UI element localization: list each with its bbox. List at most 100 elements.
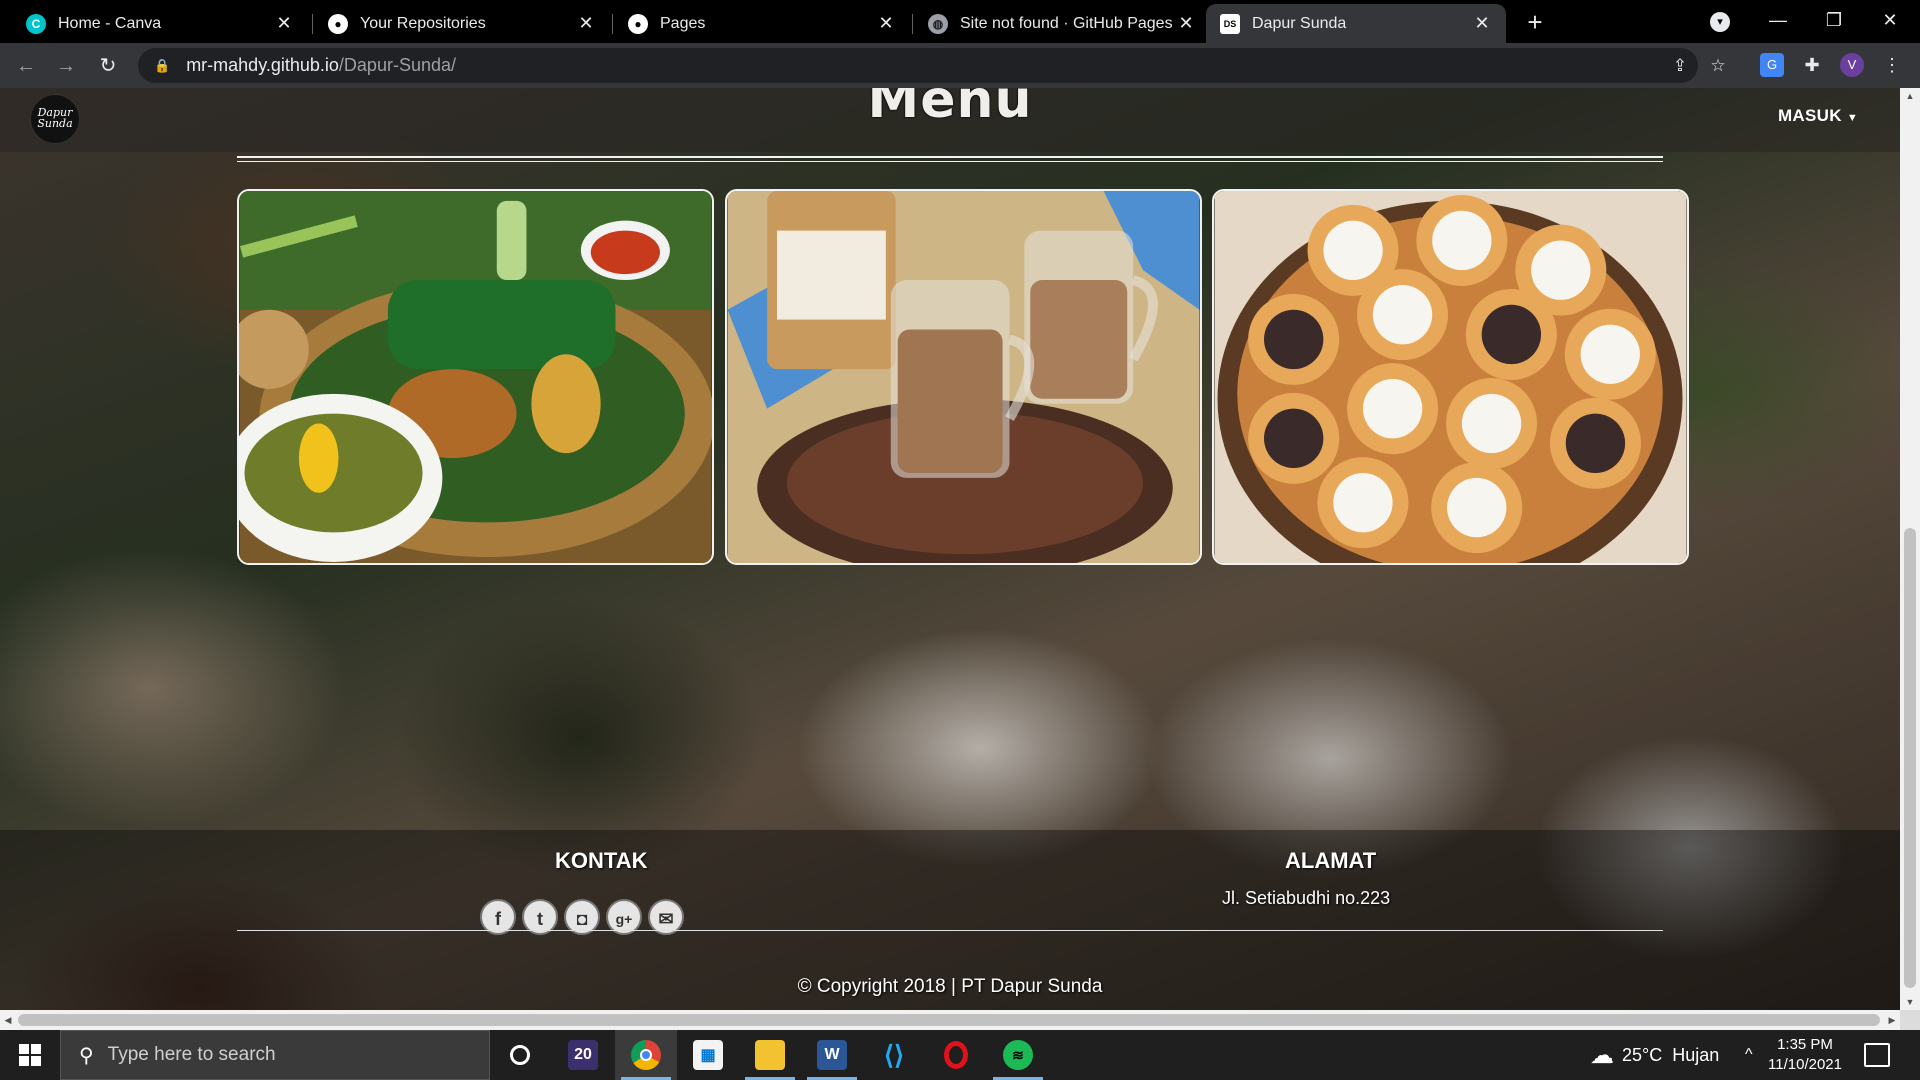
scroll-down-arrow-icon[interactable]: ▼	[1900, 994, 1920, 1010]
weather-widget[interactable]: ☁ 25°C Hujan	[1590, 1030, 1719, 1080]
minimize-button[interactable]: —	[1750, 0, 1806, 40]
page-viewport: Dapur Sunda MASUK ▼ Menu KONTAK f t ◘ g+…	[0, 88, 1900, 1010]
share-icon[interactable]: ⇪	[1668, 54, 1692, 78]
url-host: mr-mahdy.github.io	[186, 55, 339, 75]
tab-label: Your Repositories	[360, 14, 486, 32]
github-icon: ●	[328, 13, 348, 34]
github-icon: ●	[628, 13, 648, 34]
tab-label: Home - Canva	[58, 14, 162, 32]
profile-avatar[interactable]: V	[1840, 53, 1864, 77]
opera-icon	[944, 1041, 968, 1069]
address-bar[interactable]: 🔒 mr-mahdy.github.io/Dapur-Sunda/ ⇪ ☆	[138, 48, 1726, 83]
vertical-scroll-thumb[interactable]	[1904, 528, 1916, 988]
dapur-sunda-favicon: DS	[1220, 13, 1240, 34]
scrollbar-corner	[1900, 1010, 1920, 1030]
taskbar-opera[interactable]	[925, 1030, 987, 1080]
tab-your-repositories[interactable]: ● Your Repositories ✕	[314, 4, 610, 43]
chrome-icon	[631, 1040, 661, 1070]
search-placeholder: Type here to search	[107, 1044, 276, 1065]
close-icon[interactable]: ✕	[1472, 13, 1492, 34]
forward-button[interactable]: →	[50, 50, 82, 82]
close-icon[interactable]: ✕	[274, 13, 294, 34]
google-translate-icon[interactable]: G	[1760, 53, 1784, 77]
weather-text: Hujan	[1672, 1044, 1720, 1065]
vscode-icon: ⟨⟩	[883, 1039, 905, 1070]
lock-icon[interactable]: 🔒	[154, 58, 170, 74]
close-icon[interactable]: ✕	[576, 13, 596, 34]
start-button[interactable]	[0, 1030, 60, 1080]
taskbar-chrome[interactable]	[615, 1030, 677, 1080]
reload-button[interactable]: ↻	[92, 50, 124, 82]
tab-pages[interactable]: ● Pages ✕	[614, 4, 910, 43]
microsoft-store-icon: ▦	[693, 1040, 723, 1070]
restore-button[interactable]: ❐	[1806, 0, 1862, 40]
horizontal-scroll-thumb[interactable]	[18, 1014, 1880, 1026]
spotify-icon: ≋	[1003, 1040, 1033, 1070]
menu-card-nasi-timbel[interactable]	[237, 189, 714, 565]
copyright-text: © Copyright 2018 | PT Dapur Sunda	[797, 976, 1103, 997]
horizontal-scrollbar[interactable]: ◀ ▶	[0, 1010, 1900, 1030]
tab-dapur-sunda[interactable]: DS Dapur Sunda ✕	[1206, 4, 1506, 43]
taskbar-search-box[interactable]: ⚲ Type here to search	[60, 1030, 490, 1080]
address-text: Jl. Setiabudhi no.223	[1222, 888, 1391, 908]
tab-site-not-found[interactable]: ◍ Site not found · GitHub Pages ✕	[914, 4, 1210, 43]
menu-card-kopi[interactable]	[725, 189, 1202, 565]
clock-date: 11/10/2021	[1768, 1056, 1842, 1073]
bookmark-star-icon[interactable]: ☆	[1706, 54, 1730, 78]
taskbar-spotify[interactable]: ≋	[987, 1030, 1049, 1080]
taskbar-vscode[interactable]: ⟨⟩	[863, 1030, 925, 1080]
taskbar-file-explorer[interactable]	[739, 1030, 801, 1080]
close-icon[interactable]: ✕	[876, 13, 896, 34]
tab-separator	[912, 14, 913, 34]
browser-menu-icon[interactable]: ⋮	[1880, 53, 1904, 77]
widgets-button[interactable]: 20	[552, 1030, 614, 1080]
tab-label: Dapur Sunda	[1252, 14, 1347, 32]
canva-icon: C	[26, 13, 46, 34]
scroll-up-arrow-icon[interactable]: ▲	[1900, 88, 1920, 104]
globe-icon: ◍	[928, 13, 948, 34]
kontak-heading: KONTAK	[555, 848, 648, 873]
taskbar-store[interactable]: ▦	[677, 1030, 739, 1080]
close-icon[interactable]: ✕	[1176, 13, 1196, 34]
weather-temp: 25°C	[1622, 1044, 1663, 1065]
window-close-button[interactable]: ✕	[1862, 0, 1918, 40]
notification-center-icon[interactable]	[1864, 1043, 1890, 1067]
serabi-image	[1214, 191, 1687, 563]
cortana-circle-icon	[510, 1045, 530, 1065]
menu-heading: Menu	[867, 88, 1033, 130]
scroll-right-arrow-icon[interactable]: ▶	[1884, 1010, 1900, 1030]
menu-divider	[237, 161, 1663, 162]
kopi-image	[727, 191, 1200, 563]
file-explorer-icon	[755, 1040, 785, 1070]
system-clock[interactable]: 1:35 PM 11/10/2021	[1760, 1035, 1850, 1075]
menu-divider	[237, 156, 1663, 158]
windows-logo-icon	[19, 1044, 41, 1066]
clock-time: 1:35 PM	[1777, 1036, 1833, 1053]
browser-toolbar: ← → ↻ 🔒 mr-mahdy.github.io/Dapur-Sunda/ …	[0, 43, 1920, 88]
browser-tab-strip: C Home - Canva ✕ ● Your Repositories ✕ ●…	[0, 0, 1920, 43]
windows-taskbar: ⚲ Type here to search 20 ▦ W ⟨⟩ ≋ ☁ 25°C…	[0, 1030, 1920, 1080]
tab-home-canva[interactable]: C Home - Canva ✕	[12, 4, 308, 43]
taskbar-word[interactable]: W	[801, 1030, 863, 1080]
nasi-timbel-image	[239, 191, 712, 563]
scroll-left-arrow-icon[interactable]: ◀	[0, 1010, 16, 1030]
url-path: /Dapur-Sunda/	[338, 55, 456, 75]
rain-cloud-icon: ☁	[1590, 1041, 1614, 1069]
chevron-up-icon[interactable]: ^	[1745, 1030, 1753, 1080]
tab-separator	[312, 14, 313, 34]
new-tab-button[interactable]: +	[1520, 8, 1550, 38]
menu-card-serabi[interactable]	[1212, 189, 1689, 565]
extensions-puzzle-icon[interactable]: ✚	[1800, 53, 1824, 77]
widget-badge: 20	[568, 1040, 598, 1070]
task-view-button[interactable]	[489, 1030, 551, 1080]
tab-label: Pages	[660, 14, 706, 32]
tab-search-icon[interactable]: ▾	[1710, 12, 1730, 32]
search-icon: ⚲	[79, 1044, 94, 1067]
vertical-scrollbar[interactable]: ▲ ▼	[1900, 88, 1920, 1010]
footer-divider	[237, 930, 1663, 931]
tab-separator	[612, 14, 613, 34]
alamat-heading: ALAMAT	[1285, 848, 1377, 873]
word-icon: W	[817, 1040, 847, 1070]
back-button[interactable]: ←	[10, 50, 42, 82]
tab-label: Site not found · GitHub Pages	[960, 14, 1173, 32]
